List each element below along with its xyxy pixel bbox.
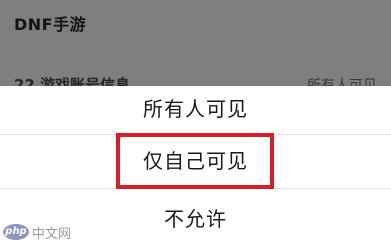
php-logo-icon: php	[3, 224, 29, 240]
settings-row: 22 游戏账号信息 所有人可见	[0, 68, 391, 86]
visibility-action-sheet: 所有人可见 仅自己可见 不允许	[0, 86, 391, 244]
page-title: DNF手游	[14, 15, 87, 34]
background-page: DNF手游 22 游戏账号信息 所有人可见	[0, 0, 391, 86]
option-only-me-visible[interactable]: 仅自己可见	[0, 134, 391, 188]
divider	[0, 188, 391, 189]
divider	[0, 134, 391, 135]
settings-row-label: 22 游戏账号信息	[14, 76, 131, 86]
watermark: php 中文网	[3, 222, 71, 242]
settings-row-value: 所有人可见	[307, 78, 377, 86]
watermark-text: 中文网	[32, 226, 72, 242]
option-everyone-visible[interactable]: 所有人可见	[0, 86, 391, 134]
